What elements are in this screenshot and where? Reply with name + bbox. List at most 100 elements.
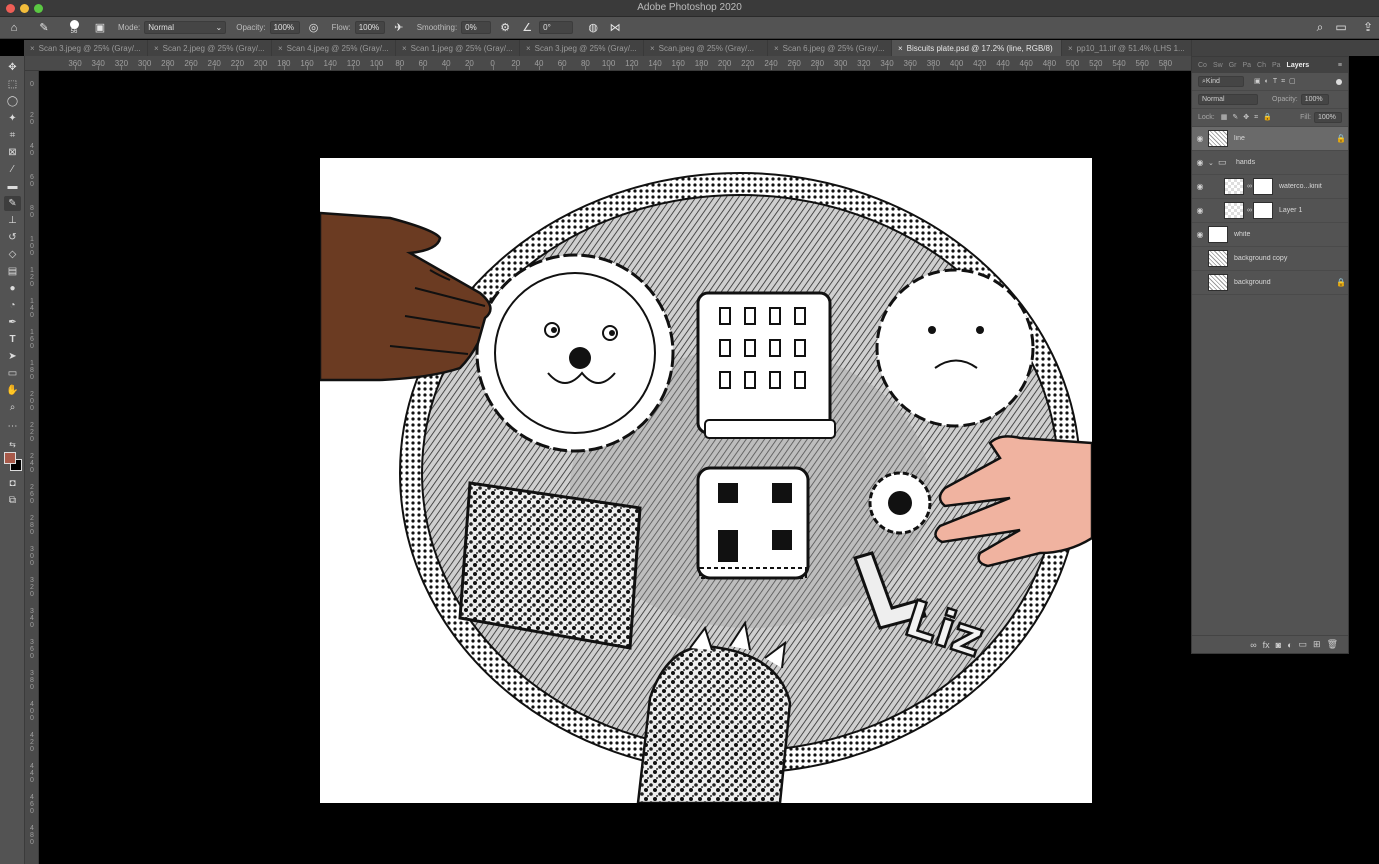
fill-field[interactable]: 100% (1314, 112, 1342, 123)
eye-icon[interactable]: ◉ (1192, 230, 1208, 239)
flow-field[interactable]: 100% (354, 21, 385, 34)
angle-field[interactable]: 0° (539, 21, 574, 34)
chevron-down-icon[interactable]: ⌄ (1208, 159, 1218, 167)
eraser-tool-icon[interactable]: ◇ (4, 247, 21, 262)
eye-icon[interactable]: ◉ (1192, 134, 1208, 143)
blur-tool-icon[interactable]: ● (4, 281, 21, 296)
magic-wand-tool-icon[interactable]: ✦ (4, 111, 21, 126)
tab-scan-1[interactable]: × Scan 1.jpeg @ 25% (Gray/... (396, 40, 520, 56)
layer-opacity-field[interactable]: 100% (1300, 94, 1329, 105)
close-tab-icon[interactable]: × (154, 44, 159, 53)
zoom-tool-icon[interactable]: ⌕ (4, 400, 21, 415)
workspace-icon[interactable]: ▭ (1333, 20, 1349, 34)
hand-tool-icon[interactable]: ✋ (4, 383, 21, 398)
add-mask-icon[interactable]: ◙ (1276, 640, 1281, 650)
tab-paths[interactable]: Pa (1272, 62, 1281, 69)
lasso-tool-icon[interactable]: ◯ (4, 94, 21, 109)
tab-scan[interactable]: × Scan.jpeg @ 25% (Gray/... (644, 40, 768, 56)
tab-patterns[interactable]: Pa (1242, 62, 1251, 69)
trash-icon[interactable]: 🗑 (1327, 639, 1338, 650)
opacity-field[interactable]: 100% (269, 21, 300, 34)
close-tab-icon[interactable]: × (1068, 44, 1073, 53)
pressure-size-icon[interactable]: ◍ (585, 20, 601, 36)
gear-icon[interactable]: ⚙ (497, 20, 513, 36)
quick-mask-icon[interactable]: ◘ (4, 476, 21, 491)
layer-row-white[interactable]: ◉ white (1192, 223, 1348, 247)
eye-icon[interactable]: ◉ (1192, 182, 1208, 191)
path-selection-tool-icon[interactable]: ➤ (4, 349, 21, 364)
pen-tool-icon[interactable]: ✒ (4, 315, 21, 330)
vertical-ruler[interactable]: 0 20 40 60 80 100 120 140 160 180 200 220 240 260 280 3… (25, 71, 39, 864)
panel-menu-icon[interactable]: ≡ (1338, 62, 1342, 69)
smoothing-field[interactable]: 0% (461, 21, 492, 34)
blend-mode-select[interactable]: Normal (1198, 94, 1258, 105)
default-colors-icon[interactable]: ⇆ (4, 437, 21, 452)
foreground-color-swatch[interactable] (4, 452, 16, 464)
rectangle-tool-icon[interactable]: ▭ (4, 366, 21, 381)
pressure-opacity-icon[interactable]: ◎ (306, 20, 322, 36)
new-group-icon[interactable]: ▭ (1299, 639, 1308, 650)
history-brush-tool-icon[interactable]: ↺ (4, 230, 21, 245)
brush-tool-icon[interactable]: ✎ (4, 196, 21, 211)
layer-row-background[interactable]: background 🔒 (1192, 271, 1348, 295)
fx-icon[interactable]: fx (1263, 640, 1270, 650)
tab-scan-3[interactable]: × Scan 3.jpeg @ 25% (Gray/... (24, 40, 148, 56)
filter-kind-select[interactable]: ⌕ Kind (1198, 76, 1244, 87)
eye-icon[interactable]: ◉ (1192, 206, 1208, 215)
tab-layers[interactable]: Layers (1287, 62, 1310, 69)
airbrush-icon[interactable]: ✈ (391, 20, 407, 36)
link-layers-icon[interactable]: ∞ (1250, 640, 1256, 650)
close-tab-icon[interactable]: × (30, 44, 35, 53)
share-icon[interactable]: ⇪ (1360, 20, 1376, 34)
layer-row-watercolour[interactable]: ◉ ∞ waterco...kinit (1192, 175, 1348, 199)
layer-mask-thumbnail[interactable] (1253, 178, 1273, 195)
frame-tool-icon[interactable]: ⊠ (4, 145, 21, 160)
layer-mask-thumbnail[interactable] (1253, 202, 1273, 219)
clone-stamp-tool-icon[interactable]: ⊥ (4, 213, 21, 228)
filter-toggle-icon[interactable] (1336, 78, 1342, 85)
dodge-tool-icon[interactable]: ◔ (4, 298, 21, 313)
tab-color[interactable]: Co (1198, 62, 1207, 69)
tab-channels[interactable]: Ch (1257, 62, 1266, 69)
move-tool-icon[interactable]: ✥ (4, 60, 21, 75)
mode-select[interactable]: Normal ⌄ (144, 21, 227, 34)
lock-icons[interactable]: ▦✎✥⌗🔒 (1221, 113, 1277, 122)
marquee-tool-icon[interactable]: ⬚ (4, 77, 21, 92)
close-tab-icon[interactable]: × (526, 44, 531, 53)
new-layer-icon[interactable]: ⊞ (1313, 639, 1321, 650)
adjustment-layer-icon[interactable]: ◐ (1287, 640, 1292, 650)
more-tools-icon[interactable]: ⋯ (4, 419, 21, 434)
layer-row-background-copy[interactable]: background copy (1192, 247, 1348, 271)
eye-icon[interactable]: ◉ (1192, 158, 1208, 167)
close-tab-icon[interactable]: × (278, 44, 283, 53)
brush-settings-icon[interactable]: ▣ (92, 20, 108, 36)
crop-tool-icon[interactable]: ⌗ (4, 128, 21, 143)
angle-icon[interactable]: ∠ (519, 20, 535, 36)
layer-group-hands[interactable]: ◉ ⌄ ▭ hands (1192, 151, 1348, 175)
close-tab-icon[interactable]: × (774, 44, 779, 53)
tab-scan-2[interactable]: × Scan 2.jpeg @ 25% (Gray/... (148, 40, 272, 56)
document-canvas[interactable]: Liz (320, 158, 1092, 803)
search-icon[interactable]: ⌕ (1312, 20, 1328, 35)
tab-swatches[interactable]: Sw (1213, 62, 1223, 69)
layer-row-line[interactable]: ◉ line 🔒 (1192, 127, 1348, 151)
screen-mode-icon[interactable]: ⧉ (4, 493, 21, 508)
type-tool-icon[interactable]: T (4, 332, 21, 347)
filter-icons[interactable]: ▣◐T⌗▢ (1254, 77, 1300, 86)
close-tab-icon[interactable]: × (898, 44, 903, 53)
eyedropper-tool-icon[interactable]: ⁄ (4, 162, 21, 177)
brush-tool-icon[interactable]: ✎ (36, 20, 52, 36)
tab-scan-6[interactable]: × Scan 6.jpeg @ 25% (Gray/... (768, 40, 892, 56)
close-tab-icon[interactable]: × (402, 44, 407, 53)
horizontal-ruler[interactable]: 360 340 320 300 280 260 240 220 200 180 160 140 120 1… (25, 56, 1191, 71)
close-tab-icon[interactable]: × (650, 44, 655, 53)
home-icon[interactable]: ⌂ (6, 20, 22, 36)
layer-row-layer-1[interactable]: ◉ ∞ Layer 1 (1192, 199, 1348, 223)
gradient-tool-icon[interactable]: ▤ (4, 264, 21, 279)
symmetry-icon[interactable]: ⋈ (607, 20, 623, 36)
brush-preset-picker[interactable]: 56 (66, 20, 82, 36)
tab-pp10-11[interactable]: × pp10_11.tif @ 51.4% (LHS 1... (1062, 40, 1192, 56)
tab-gradients[interactable]: Gr (1229, 62, 1237, 69)
tab-scan-3b[interactable]: × Scan 3.jpeg @ 25% (Gray/... (520, 40, 644, 56)
tab-biscuits-plate[interactable]: × Biscuits plate.psd @ 17.2% (line, RGB/8… (892, 40, 1062, 56)
